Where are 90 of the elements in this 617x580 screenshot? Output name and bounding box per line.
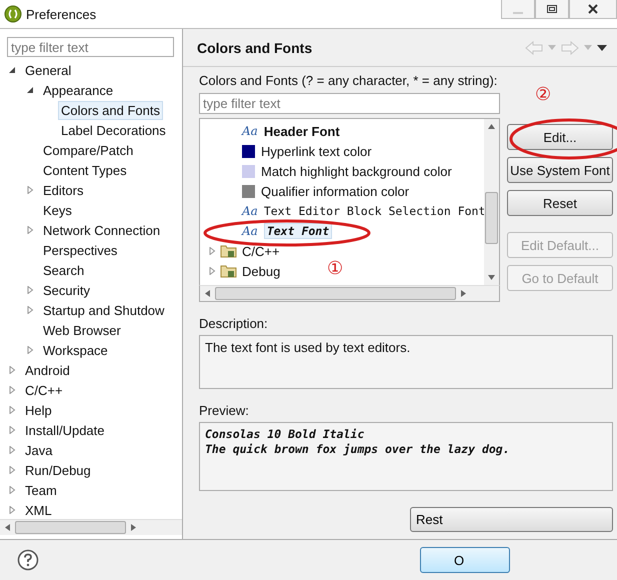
tree-item[interactable]: Colors and Fonts: [58, 100, 163, 120]
expand-arrow-icon[interactable]: [208, 247, 216, 255]
maximize-button[interactable]: [535, 0, 569, 19]
restore-button[interactable]: Rest: [410, 507, 613, 532]
scroll-left-icon[interactable]: [5, 524, 10, 531]
collapse-arrow-icon[interactable]: [26, 86, 34, 94]
collapse-arrow-icon[interactable]: [8, 66, 16, 74]
list-item[interactable]: Text Editor Block Selection Font: [264, 204, 484, 218]
font-icon: Aa: [242, 204, 258, 218]
expand-arrow-icon[interactable]: [8, 446, 16, 454]
tree-item[interactable]: Java: [22, 440, 56, 460]
list-item[interactable]: C/C++: [242, 244, 280, 258]
step-number: ②: [535, 84, 552, 105]
tree-item[interactable]: Install/Update: [22, 420, 108, 440]
app-icon: [4, 5, 22, 23]
close-icon: [587, 4, 599, 14]
tree-item[interactable]: Security: [40, 280, 93, 300]
tree-item[interactable]: Search: [40, 260, 88, 280]
font-icon: Aa: [242, 224, 258, 238]
back-arrow-icon[interactable]: [525, 40, 543, 54]
tree-item[interactable]: General: [22, 60, 74, 80]
tree-item[interactable]: Appearance: [40, 80, 116, 100]
expand-arrow-icon[interactable]: [8, 506, 16, 514]
tree-item[interactable]: Keys: [40, 200, 75, 220]
filter-field[interactable]: type filter text: [199, 93, 500, 114]
expand-arrow-icon[interactable]: [26, 346, 34, 354]
filter-label: Colors and Fonts (? = any character, * = any string):: [199, 73, 498, 88]
list-item[interactable]: Hyperlink text color: [261, 144, 372, 158]
restore-icon: [546, 4, 558, 14]
tree-item[interactable]: XML: [22, 500, 55, 519]
list-item[interactable]: Text Font: [264, 223, 332, 239]
scroll-up-icon[interactable]: [488, 124, 495, 129]
action-button[interactable]: Use System Font: [507, 157, 613, 183]
expand-arrow-icon[interactable]: [8, 386, 16, 394]
page-title: Colors and Fonts: [197, 40, 312, 56]
folder-icon: [220, 264, 238, 278]
tree-item[interactable]: Help: [22, 400, 55, 420]
expand-arrow-icon[interactable]: [26, 226, 34, 234]
tree-item[interactable]: Android: [22, 360, 73, 380]
tree-item[interactable]: C/C++: [22, 380, 66, 400]
expand-arrow-icon[interactable]: [26, 186, 34, 194]
description-box: The text font is used by text editors.: [199, 335, 613, 389]
tree-item[interactable]: Editors: [40, 180, 86, 200]
tree-item[interactable]: Web Browser: [40, 320, 124, 340]
forward-arrow-icon[interactable]: [561, 40, 579, 54]
tree-item[interactable]: Run/Debug: [22, 460, 94, 480]
dropdown-icon[interactable]: [584, 45, 592, 50]
expand-arrow-icon[interactable]: [8, 486, 16, 494]
tree-item[interactable]: Workspace: [40, 340, 111, 360]
font-icon: Aa: [242, 124, 258, 138]
view-menu-icon[interactable]: [597, 44, 607, 50]
tree-item[interactable]: Startup and Shutdow: [40, 300, 168, 320]
expand-arrow-icon[interactable]: [8, 366, 16, 374]
scroll-down-icon[interactable]: [488, 275, 495, 280]
step-number: ①: [327, 258, 344, 279]
close-button[interactable]: [569, 0, 617, 19]
preview-label: Preview:: [199, 403, 250, 418]
vertical-scrollbar[interactable]: [484, 119, 499, 285]
tree-item[interactable]: Team: [22, 480, 60, 500]
tree-item[interactable]: Compare/Patch: [40, 140, 136, 160]
horizontal-scrollbar[interactable]: [199, 285, 500, 302]
expand-arrow-icon[interactable]: [8, 466, 16, 474]
scroll-right-icon[interactable]: [461, 290, 466, 297]
help-icon[interactable]: [17, 549, 39, 571]
filter-field[interactable]: type filter text: [7, 37, 174, 57]
expand-arrow-icon[interactable]: [8, 406, 16, 414]
list-item[interactable]: Match highlight background color: [261, 164, 452, 178]
scroll-left-icon[interactable]: [205, 290, 210, 297]
expand-arrow-icon[interactable]: [26, 286, 34, 294]
list-item[interactable]: Header Font: [264, 124, 340, 138]
scroll-right-icon[interactable]: [131, 524, 136, 531]
horizontal-scrollbar[interactable]: [0, 519, 182, 535]
expand-arrow-icon[interactable]: [208, 267, 216, 275]
expand-arrow-icon[interactable]: [26, 306, 34, 314]
window-title: Preferences: [26, 6, 96, 22]
tree-item[interactable]: Network Connection: [40, 220, 164, 240]
action-button[interactable]: Reset: [507, 190, 613, 216]
tree-item[interactable]: Perspectives: [40, 240, 120, 260]
tree-item[interactable]: Content Types: [40, 160, 130, 180]
minimize-icon: [513, 12, 523, 14]
preview-box: Consolas 10 Bold Italic The quick brown fox jumps over the lazy dog.: [199, 422, 613, 491]
expand-arrow-icon[interactable]: [8, 426, 16, 434]
action-button[interactable]: Edit...: [507, 124, 613, 150]
ok-button[interactable]: O: [420, 547, 510, 573]
list-item[interactable]: Debug: [242, 264, 280, 278]
description-label: Description:: [199, 316, 269, 331]
dropdown-icon[interactable]: [548, 45, 556, 50]
folder-icon: [220, 244, 238, 258]
tree-item[interactable]: Label Decorations: [58, 120, 169, 140]
list-item[interactable]: Qualifier information color: [261, 184, 410, 198]
